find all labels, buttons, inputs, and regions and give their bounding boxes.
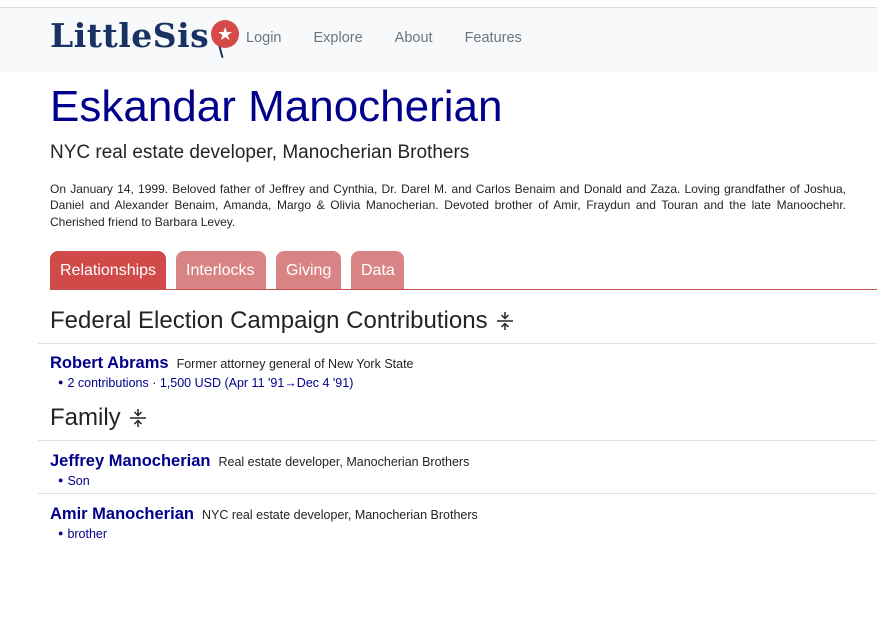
tab-interlocks[interactable]: Interlocks [176,251,266,289]
relationship-detail: ● Son [58,474,90,488]
littlesis-logo[interactable]: LittleSis ★ [50,18,241,62]
section-divider [38,440,877,441]
tab-relationships[interactable]: Relationships [50,251,166,289]
relationship-detail-link[interactable]: Son [67,474,89,488]
nav-links: Login Explore About Features [246,30,554,46]
nav-login-link[interactable]: Login [246,30,281,46]
relationship-item: Jeffrey Manocherian Real estate developer… [50,452,469,488]
related-entity-blurb: Former attorney general of New York Stat… [176,357,414,371]
relationship-detail-link[interactable]: 2 contributions · 1,500 USD (Apr 11 '91→… [67,376,353,390]
related-entity-blurb: NYC real estate developer, Manocherian B… [201,508,478,522]
entity-description: On January 14, 1999. Beloved father of J… [50,182,846,229]
section-title: Family [50,404,121,431]
browser-top-edge [0,0,877,8]
related-entity-blurb: Real estate developer, Manocherian Broth… [218,455,470,469]
logo-text: LittleSis [50,16,210,55]
collapse-icon[interactable] [496,311,514,331]
section-title: Federal Election Campaign Contributions [50,307,488,334]
tab-data[interactable]: Data [351,251,404,289]
nav-features-link[interactable]: Features [465,30,522,46]
collapse-icon[interactable] [129,408,147,428]
section-heading-campaign-contributions: Federal Election Campaign Contributions [50,307,514,335]
nav-about-link[interactable]: About [395,30,433,46]
entity-blurb: NYC real estate developer, Manocherian B… [50,142,470,163]
related-entity-link[interactable]: Amir Manocherian [50,505,194,523]
item-divider [38,493,877,494]
related-entity-link[interactable]: Jeffrey Manocherian [50,452,210,470]
relationship-item: Robert Abrams Former attorney general of … [50,354,414,390]
section-heading-family: Family [50,404,147,432]
tab-giving[interactable]: Giving [276,251,341,289]
relationship-detail: ● brother [58,527,108,541]
relationship-detail: ● 2 contributions · 1,500 USD (Apr 11 '91… [58,376,354,390]
section-divider [38,343,877,344]
relationship-item: Amir Manocherian NYC real estate develope… [50,505,478,541]
nav-explore-link[interactable]: Explore [313,30,362,46]
relationship-detail-link[interactable]: brother [67,527,107,541]
entity-name-title: Eskandar Manocherian [50,82,503,131]
entity-tabs: Relationships Interlocks Giving Data [50,251,877,290]
star-pin-icon: ★ [211,20,241,60]
related-entity-link[interactable]: Robert Abrams [50,354,169,372]
top-navbar: LittleSis ★ Login Explore About Features [0,8,877,72]
